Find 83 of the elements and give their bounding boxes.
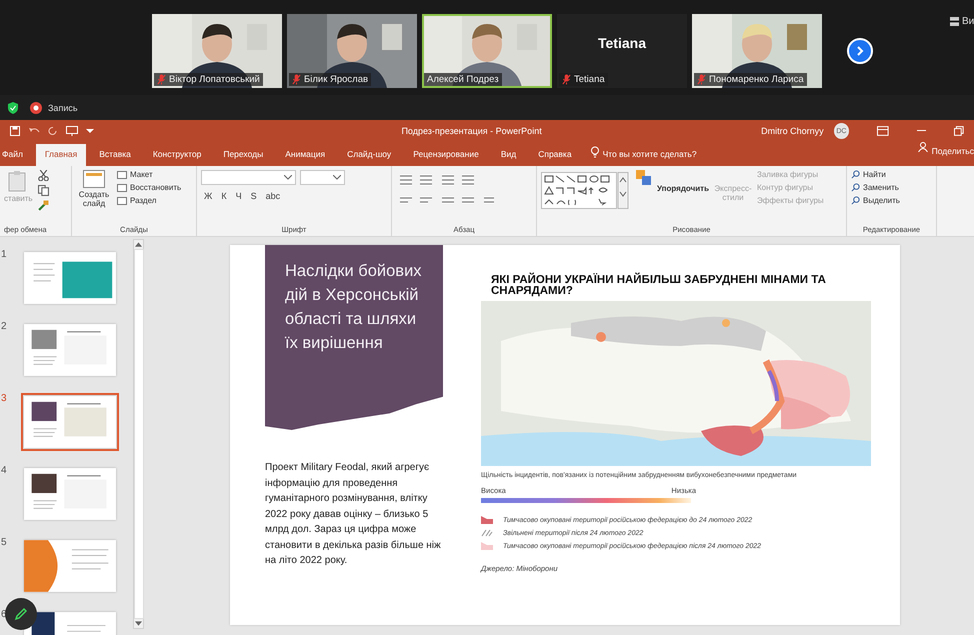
slide-title: Наслідки бойових дій в Херсонській області та шляхи їх вирішення — [285, 261, 423, 354]
ribbon-tab[interactable]: Рецензирование — [404, 144, 488, 166]
grid-icon — [950, 17, 959, 26]
muted-mic-icon — [562, 74, 571, 85]
format-button[interactable]: Ж — [204, 191, 212, 201]
ribbon-display-icon[interactable] — [877, 126, 889, 136]
ribbon-tab[interactable]: Главная — [36, 144, 86, 166]
view-button[interactable]: Ви — [950, 16, 974, 27]
participant-name: Tetiana — [598, 35, 646, 51]
user-name[interactable]: Dmitro Chornyy — [761, 126, 824, 136]
scissors-icon[interactable] — [38, 170, 49, 181]
ribbon-tab[interactable]: Переходы — [214, 144, 272, 166]
window-title: Подрез-презентация - PowerPoint — [401, 126, 543, 136]
copy-icon[interactable] — [38, 185, 49, 196]
dropdown-icon — [284, 175, 292, 180]
tell-me-field[interactable]: Что вы хотите сделать? — [602, 149, 697, 166]
format-button[interactable]: abc — [266, 191, 280, 201]
pencil-icon — [14, 607, 28, 621]
participant-name: Віктор Лопатовський — [169, 74, 260, 85]
participant-name: Алексей Подрез — [427, 74, 499, 85]
slide-number: 4 — [1, 465, 8, 476]
participant-name: Білик Ярослав — [304, 74, 368, 85]
shapes-gallery[interactable] — [541, 170, 631, 210]
muted-mic-icon — [292, 74, 301, 85]
ribbon-tab[interactable]: Слайд-шоу — [338, 144, 400, 166]
person-icon — [918, 142, 928, 152]
muted-mic-icon — [697, 74, 706, 85]
ribbon-button[interactable]: Макет — [117, 170, 182, 179]
ribbon-button[interactable]: Заменить — [851, 183, 900, 192]
new-slide-button[interactable]: Создать слайд — [76, 170, 112, 208]
arrange-button[interactable]: Упорядочить — [657, 184, 710, 193]
participant-name: Tetiana — [574, 74, 605, 85]
shield-icon — [8, 102, 18, 114]
save-icon[interactable] — [10, 126, 20, 136]
ribbon-button[interactable]: Восстановить — [117, 183, 182, 192]
slide-thumbnail[interactable] — [21, 321, 119, 379]
redo-icon[interactable] — [48, 126, 58, 136]
clipboard-icon — [8, 170, 28, 192]
record-icon — [30, 102, 42, 114]
scrollbar[interactable] — [133, 239, 144, 629]
search-icon — [851, 170, 860, 179]
next-page-button[interactable] — [847, 38, 873, 64]
arrange-icon — [636, 170, 652, 186]
ribbon-tab[interactable]: Вставка — [90, 144, 140, 166]
search-icon — [851, 196, 860, 205]
slide-icon — [83, 170, 105, 188]
share-button[interactable]: Поделитьс — [912, 142, 974, 166]
slide-number: 1 — [1, 249, 8, 260]
slide-thumbnail[interactable] — [21, 393, 119, 451]
slide-thumbnail[interactable] — [21, 537, 119, 595]
slide-thumbnail[interactable] — [21, 249, 119, 307]
ribbon-button[interactable]: Найти — [851, 170, 900, 179]
font-size-field[interactable] — [300, 170, 345, 185]
font-name-field[interactable] — [201, 170, 296, 185]
format-button[interactable]: Ч — [236, 191, 242, 201]
slide-thumbnail[interactable] — [21, 465, 119, 523]
ribbon-button[interactable]: Раздел — [117, 196, 182, 205]
muted-mic-icon — [157, 74, 166, 85]
dropdown-icon — [333, 175, 341, 180]
recording-indicator[interactable]: Запись — [30, 102, 78, 114]
dropdown-icon[interactable] — [86, 128, 94, 134]
ribbon-tab[interactable]: Файл — [0, 144, 32, 166]
slide-number: 3 — [1, 393, 8, 404]
search-icon — [851, 183, 860, 192]
ribbon-tab[interactable]: Анимация — [276, 144, 334, 166]
format-button[interactable]: S — [250, 191, 257, 201]
restore-icon[interactable] — [954, 126, 964, 136]
brush-icon[interactable] — [38, 200, 49, 211]
scroll-down-icon[interactable] — [135, 621, 142, 626]
ribbon-tab[interactable]: Вид — [492, 144, 526, 166]
scroll-up-icon[interactable] — [135, 242, 142, 247]
format-button[interactable]: К — [221, 191, 227, 201]
slide-paragraph: Проект Military Feodal, який агрегує інформацію для проведення гуманітарного розмінування, влітку 2022 року давав оцінку – близько 5 млрд дол. Зараз ця цифра може становити в декілька разів більше ніж на літо 2022 року. — [265, 461, 442, 568]
map-title: ЯКІ РАЙОНИ УКРАЇНИ НАЙБІЛЬШ ЗАБРУДНЕНІ МІНАМИ ТА СНАРЯДАМИ? — [491, 275, 827, 297]
participant-name: Пономаренко Лариса — [709, 74, 804, 85]
ribbon-tab[interactable]: Конструктор — [144, 144, 210, 166]
slide-number: 5 — [1, 537, 8, 548]
ribbon-button[interactable]: Выделить — [851, 196, 900, 205]
slide-number: 2 — [1, 321, 8, 332]
slideshow-icon[interactable] — [66, 126, 78, 136]
lightbulb-icon — [590, 146, 599, 158]
minimize-icon[interactable] — [916, 130, 926, 132]
ribbon-tab[interactable]: Справка — [529, 144, 581, 166]
